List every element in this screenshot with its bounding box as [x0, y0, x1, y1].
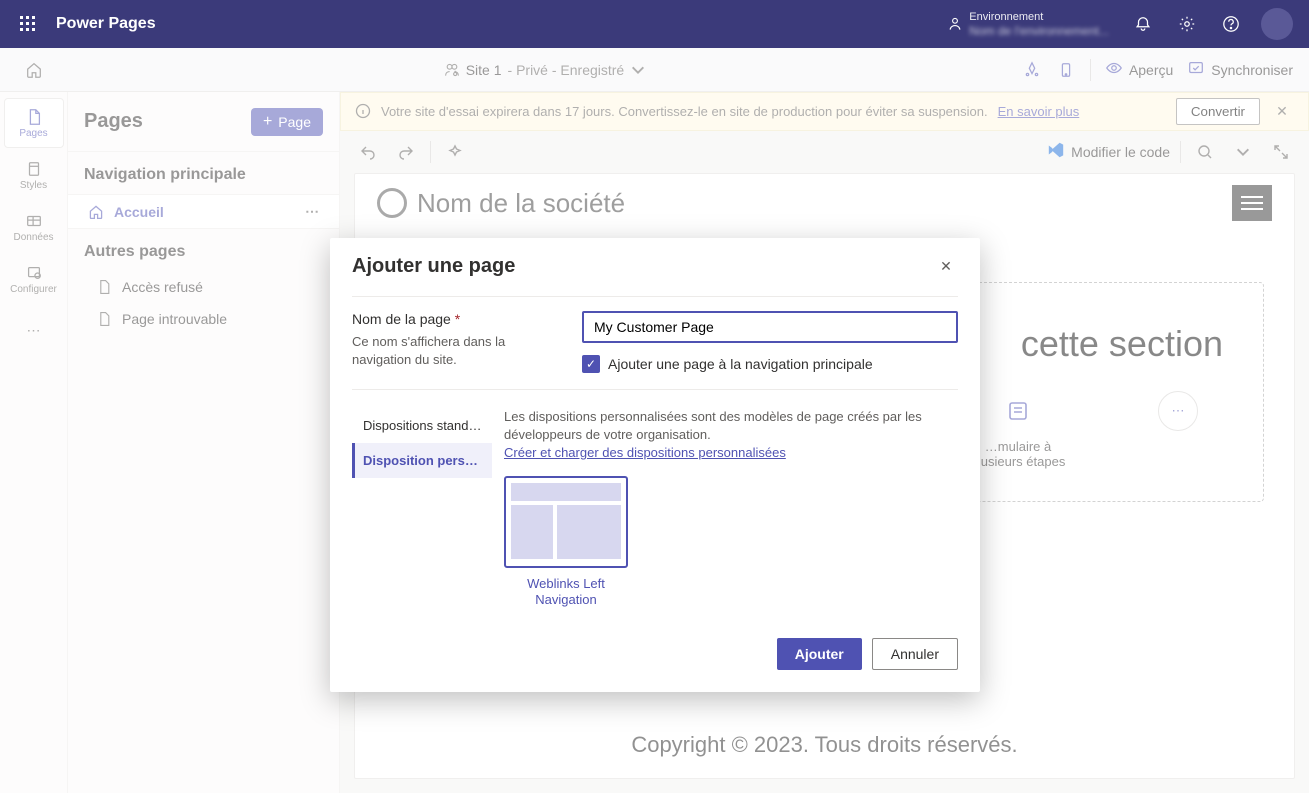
environment-label: Environnement: [969, 10, 1109, 24]
help-icon[interactable]: [1209, 0, 1253, 48]
page-name-label: Nom de la page *: [352, 311, 460, 327]
notification-icon[interactable]: [1121, 0, 1165, 48]
add-to-nav-checkbox[interactable]: ✓ Ajouter une page à la navigation princ…: [582, 355, 958, 373]
modal-close-icon[interactable]: ✕: [934, 254, 958, 278]
tab-standard-layouts[interactable]: Dispositions stand…: [352, 408, 492, 443]
layout-thumb-label: Weblinks Left Navigation: [504, 576, 628, 608]
layout-description: Les dispositions personnalisées sont des…: [504, 408, 958, 462]
checkbox-icon: ✓: [582, 355, 600, 373]
page-name-hint: Ce nom s'affichera dans la navigation du…: [352, 333, 562, 369]
page-name-input[interactable]: [582, 311, 958, 343]
modal-add-button[interactable]: Ajouter: [777, 638, 862, 670]
tab-custom-layouts[interactable]: Disposition perso…: [352, 443, 492, 478]
app-launcher-icon[interactable]: [8, 0, 48, 48]
user-avatar[interactable]: [1261, 8, 1293, 40]
layout-thumb-weblinks[interactable]: Weblinks Left Navigation: [504, 476, 628, 608]
modal-cancel-button[interactable]: Annuler: [872, 638, 958, 670]
add-to-nav-label: Ajouter une page à la navigation princip…: [608, 356, 873, 372]
settings-icon[interactable]: [1165, 0, 1209, 48]
global-header: Power Pages Environnement Nom de l'envir…: [0, 0, 1309, 48]
layout-create-link[interactable]: Créer et charger des dispositions person…: [504, 445, 786, 460]
add-page-modal: Ajouter une page ✕ Nom de la page * Ce n…: [330, 238, 980, 692]
environment-picker[interactable]: Environnement Nom de l'environnement...: [947, 10, 1109, 38]
app-name: Power Pages: [56, 15, 156, 33]
modal-title: Ajouter une page: [352, 255, 515, 278]
environment-value: Nom de l'environnement...: [969, 24, 1109, 38]
